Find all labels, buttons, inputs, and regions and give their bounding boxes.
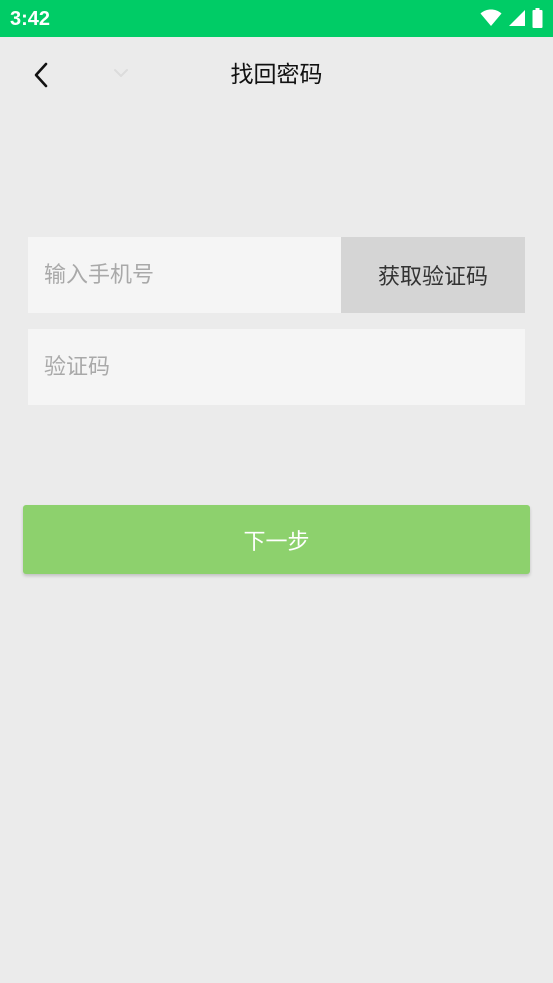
verification-code-input[interactable] [28,329,525,405]
wifi-icon [480,9,502,26]
battery-icon [532,8,543,28]
phone-input[interactable] [28,237,341,313]
header: 找回密码 [0,37,553,113]
cellular-signal-icon [509,10,525,26]
phone-row: 获取验证码 [28,237,525,313]
status-bar: 3:42 [0,0,553,37]
page-title: 找回密码 [230,62,323,88]
get-code-button[interactable]: 获取验证码 [341,237,525,313]
next-button[interactable]: 下一步 [23,505,530,574]
status-time: 3:42 [10,8,51,30]
status-icons [480,8,543,28]
